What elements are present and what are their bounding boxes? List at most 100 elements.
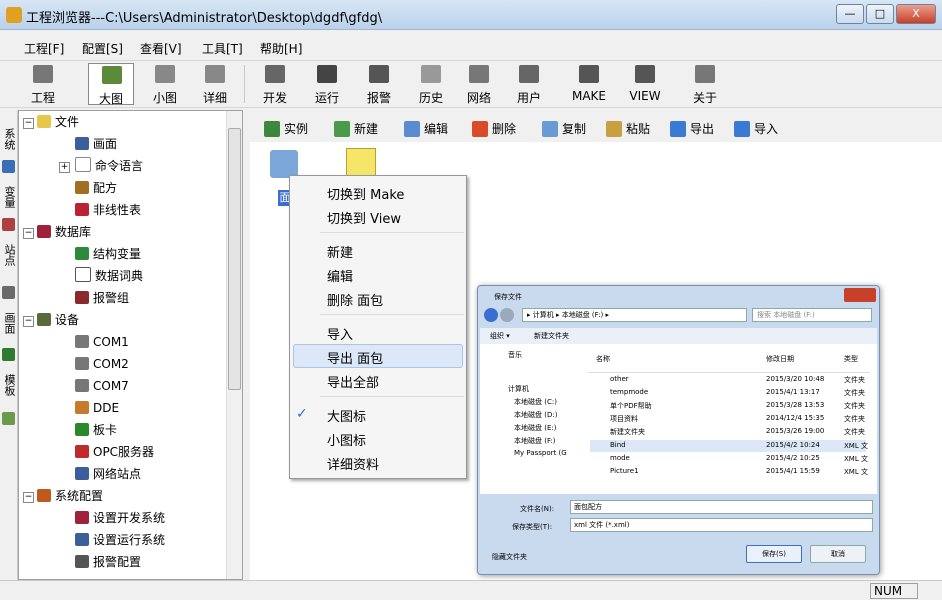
tab-templates[interactable]: 模板 [1,368,17,402]
develop-icon [265,65,285,83]
ctx-export-all[interactable]: 导出全部 [327,372,379,391]
address-bar[interactable]: ▸ 计算机 ▸ 本地磁盘 (F:) ▸ [522,308,747,322]
ctx-new[interactable]: 新建 [327,242,353,261]
tree-node-dde[interactable]: DDE [75,398,119,418]
nav-computer[interactable]: 计算机 [508,384,529,394]
cancel-button[interactable]: 取消 [810,545,866,563]
tree-node-opc[interactable]: OPC服务器 [75,442,154,462]
selected-row-highlight [590,440,866,452]
tree-toggle[interactable]: + [59,162,70,173]
tree-scrollbar-thumb[interactable] [228,128,241,390]
ctx-import[interactable]: 导入 [327,324,353,343]
ctx-details[interactable]: 详细资料 [327,454,379,473]
forward-icon[interactable] [500,308,514,322]
export-button[interactable]: 导出 [670,119,714,139]
column-date[interactable]: 修改日期 [766,354,794,364]
dictionary-icon [75,267,91,282]
nav-my-passport[interactable]: My Passport (G [514,449,567,457]
tool-about[interactable]: 关于 [682,63,728,105]
instance-button[interactable]: 实例 [264,119,308,139]
nav-music[interactable]: 音乐 [508,350,522,360]
tool-user[interactable]: 用户 [506,63,552,105]
nav-drive-c[interactable]: 本地磁盘 (C:) [514,397,557,407]
new-button[interactable]: 新建 [334,119,378,139]
network-station-icon [75,467,89,480]
tool-large-icons[interactable]: 大图 [88,63,134,106]
tree-node-devices[interactable]: 设备 [37,310,79,330]
ctx-small-icons[interactable]: 小图标 [327,430,366,449]
edit-button[interactable]: 编辑 [404,119,448,139]
tab-screens[interactable]: 画面 [1,306,17,340]
maximize-button[interactable]: □ [866,4,894,24]
menu-view[interactable]: 查看[V] [138,40,184,57]
tool-network[interactable]: 网络 [456,63,502,105]
tool-run[interactable]: 运行 [304,63,350,105]
tool-project[interactable]: 工程 [20,63,66,105]
menu-tools[interactable]: 工具[T] [200,40,245,57]
hide-folders-toggle[interactable]: 隐藏文件夹 [492,552,527,562]
recipe-item-icon[interactable] [346,148,376,176]
tool-develop[interactable]: 开发 [252,63,298,105]
tree-node-alarm-group[interactable]: 报警组 [75,288,129,308]
delete-button[interactable]: 删除 [472,119,516,139]
tree-toggle[interactable]: − [23,316,34,327]
tool-view[interactable]: VIEW [622,63,668,105]
save-button[interactable]: 保存(S) [746,545,802,563]
ctx-switch-view[interactable]: 切换到 View [327,208,401,227]
tree-node-recipe[interactable]: 配方 [75,178,117,198]
ctx-delete[interactable]: 删除 面包 [327,290,383,309]
dialog-close-button[interactable] [844,288,876,302]
ctx-switch-make[interactable]: 切换到 Make [327,184,404,203]
tree-node-dev-setup[interactable]: 设置开发系统 [75,508,165,528]
search-input[interactable]: 搜索 本地磁盘 (F:) [752,308,872,322]
recipe-item-icon[interactable] [270,150,298,178]
menu-project[interactable]: 工程[F] [22,40,66,57]
nav-drive-f[interactable]: 本地磁盘 (F:) [514,436,556,446]
tree-node-board[interactable]: 板卡 [75,420,117,440]
menu-config[interactable]: 配置[S] [80,40,125,57]
column-type[interactable]: 类型 [844,354,858,364]
ctx-large-icons[interactable]: 大图标 [327,406,366,425]
tree-node-screens[interactable]: 画面 [75,134,117,154]
tree-node-struct-vars[interactable]: 结构变量 [75,244,141,264]
ctx-edit[interactable]: 编辑 [327,266,353,285]
copy-button[interactable]: 复制 [542,119,586,139]
tree-toggle[interactable]: − [23,118,34,129]
paste-button[interactable]: 粘贴 [606,119,650,139]
minimize-button[interactable]: — [836,4,864,24]
tree-toggle[interactable]: − [23,228,34,239]
tree-node-database[interactable]: 数据库 [37,222,91,242]
tab-variables[interactable]: 变量 [1,180,17,214]
tree-node-command-lang[interactable]: 命令语言 [75,156,143,176]
new-folder-button[interactable]: 新建文件夹 [534,331,569,341]
tree-node-network-station[interactable]: 网络站点 [75,464,141,484]
tool-small-icons[interactable]: 小图 [142,63,188,105]
tree-node-nonlinear[interactable]: 非线性表 [75,200,141,220]
filename-input[interactable]: 面包配方 [570,500,873,514]
import-button[interactable]: 导入 [734,119,778,139]
column-name[interactable]: 名称 [596,354,610,364]
tool-details[interactable]: 详细 [192,63,238,105]
tree-node-run-setup[interactable]: 设置运行系统 [75,530,165,550]
tool-history[interactable]: 历史 [408,63,454,105]
ctx-export[interactable]: 导出 面包 [327,348,383,367]
tree-node-com1[interactable]: COM1 [75,332,129,352]
tree-toggle[interactable]: − [23,492,34,503]
tab-system[interactable]: 系统 [1,122,17,156]
back-icon[interactable] [484,308,498,322]
tree-node-system-config[interactable]: 系统配置 [37,486,103,506]
menu-help[interactable]: 帮助[H] [258,40,304,57]
tree-node-com7[interactable]: COM7 [75,376,129,396]
tree-node-alarm-config[interactable]: 报警配置 [75,552,141,572]
tree-node-data-dictionary[interactable]: 数据词典 [75,266,143,286]
close-button[interactable]: X [896,4,936,24]
tool-make[interactable]: MAKE [566,63,612,105]
tree-node-com2[interactable]: COM2 [75,354,129,374]
nav-drive-e[interactable]: 本地磁盘 (E:) [514,423,556,433]
tool-alarm[interactable]: 报警 [356,63,402,105]
nav-drive-d[interactable]: 本地磁盘 (D:) [514,410,557,420]
filetype-select[interactable]: xml 文件 (*.xml) [570,518,873,532]
tab-stations[interactable]: 站点 [1,238,17,272]
organize-button[interactable]: 组织 ▾ [490,331,510,341]
tree-node-files[interactable]: 文件 [37,112,79,132]
